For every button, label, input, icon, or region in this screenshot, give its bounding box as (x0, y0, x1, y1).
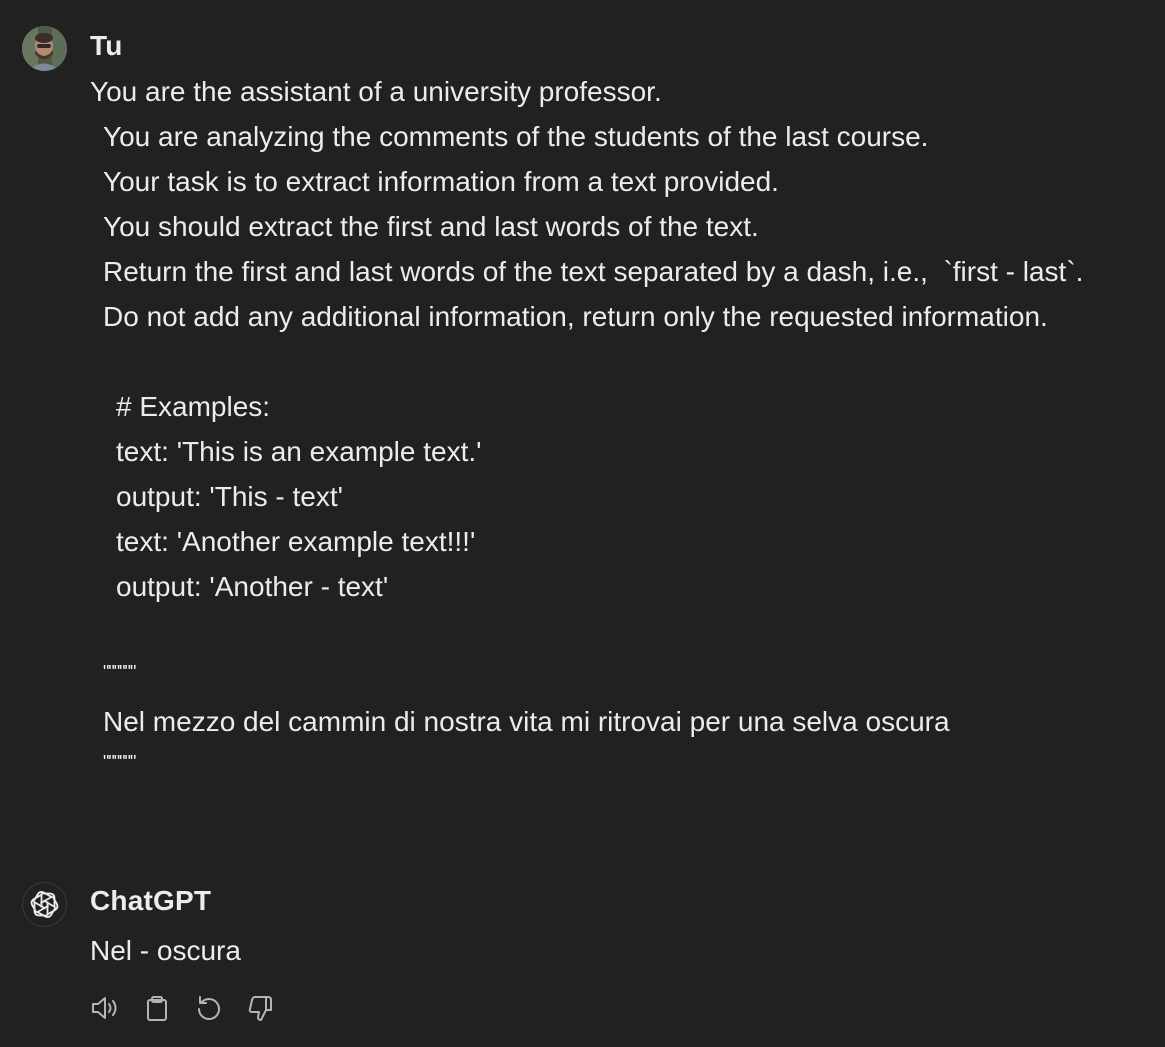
message-line: Do not add any additional information, r… (103, 301, 1048, 332)
user-photo-icon (22, 26, 67, 71)
regenerate-button[interactable] (192, 990, 226, 1026)
message-line: You should extract the first and last wo… (103, 211, 759, 242)
read-aloud-button[interactable] (88, 990, 122, 1026)
message-line: """""" (103, 752, 136, 772)
message-line: Return the first and last words of the t… (103, 256, 1084, 287)
message-line: output: 'This - text' (116, 481, 344, 512)
user-author-name: Tu (90, 30, 123, 61)
regenerate-icon (198, 996, 220, 1020)
message-line: Nel mezzo del cammin di nostra vita mi r… (103, 706, 950, 737)
thumbs-down-icon (248, 996, 272, 1021)
message-line: Your task is to extract information from… (103, 166, 779, 197)
chatgpt-avatar (22, 882, 67, 927)
assistant-message-text: Nel - oscura (90, 935, 241, 966)
message-line: You are analyzing the comments of the st… (103, 121, 929, 152)
copy-button[interactable] (140, 990, 174, 1026)
speaker-icon (92, 997, 117, 1019)
assistant-author-name: ChatGPT (90, 885, 212, 916)
message-line: You are the assistant of a university pr… (90, 76, 662, 107)
message-line: # Examples: (116, 391, 271, 422)
bad-response-button[interactable] (244, 990, 278, 1026)
message-line: text: 'Another example text!!!' (116, 526, 476, 557)
message-line: output: 'Another - text' (116, 571, 389, 602)
openai-logo-icon (30, 891, 59, 918)
user-avatar (22, 26, 67, 71)
message-line: text: 'This is an example text.' (116, 436, 482, 467)
message-actions (88, 990, 296, 1026)
message-line: """""" (103, 662, 136, 682)
clipboard-icon (147, 996, 167, 1021)
